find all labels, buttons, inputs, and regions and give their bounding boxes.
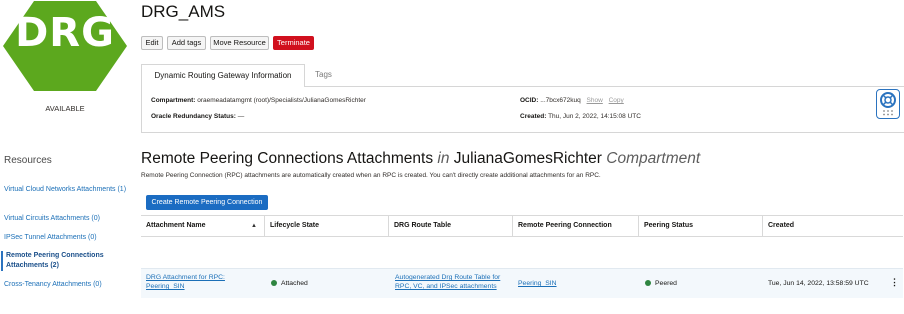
sidebar-item-cross-tenancy[interactable]: Cross-Tenancy Attachments (0) bbox=[4, 280, 132, 290]
col-divider bbox=[264, 216, 265, 236]
lifecycle-state-label: AVAILABLE bbox=[45, 104, 85, 113]
ocid-copy-link[interactable]: Copy bbox=[609, 97, 624, 104]
compartment-value: oraemeadatamgmt (root)/Specialists/Julia… bbox=[197, 97, 366, 104]
info-panel bbox=[141, 86, 904, 133]
compartment-label: Compartment: bbox=[151, 97, 196, 104]
ocid-row: OCID: ...7bcx672kuq Show Copy bbox=[520, 97, 624, 104]
ocid-label: OCID: bbox=[520, 97, 539, 104]
col-header-lifecycle-state[interactable]: Lifecycle State bbox=[270, 216, 319, 236]
sidebar-item-virtual-circuits[interactable]: Virtual Circuits Attachments (0) bbox=[4, 214, 132, 224]
col-header-attachment-name[interactable]: Attachment Name bbox=[146, 216, 206, 236]
col-header-created[interactable]: Created bbox=[768, 216, 794, 236]
section-title: Remote Peering Connections Attachments i… bbox=[141, 150, 700, 168]
resources-heading: Resources bbox=[4, 155, 52, 166]
sort-asc-icon[interactable]: ▲ bbox=[251, 216, 257, 236]
help-widget-button[interactable] bbox=[876, 89, 900, 119]
create-rpc-button[interactable]: Create Remote Peering Connection bbox=[146, 195, 268, 210]
tab-drg-information[interactable]: Dynamic Routing Gateway Information bbox=[141, 64, 305, 87]
section-title-text: Remote Peering Connections Attachments bbox=[141, 150, 434, 167]
section-compartment-word: Compartment bbox=[606, 150, 701, 167]
add-tags-button[interactable]: Add tags bbox=[167, 36, 206, 50]
edit-button[interactable]: Edit bbox=[141, 36, 163, 50]
tab-tags[interactable]: Tags bbox=[315, 64, 332, 86]
lifebuoy-icon bbox=[880, 92, 896, 116]
peered-status-dot bbox=[645, 280, 651, 286]
col-divider bbox=[388, 216, 389, 236]
redundancy-label: Oracle Redundancy Status: bbox=[151, 113, 236, 120]
created-value: Tue, Jun 14, 2022, 13:58:59 UTC bbox=[768, 280, 869, 287]
col-divider bbox=[512, 216, 513, 236]
rpc-link[interactable]: Peering_SIN bbox=[518, 279, 557, 288]
sidebar-item-rpc-attachments[interactable]: Remote Peering Connections Attachments (… bbox=[1, 251, 129, 271]
terminate-button[interactable]: Terminate bbox=[273, 36, 314, 50]
compartment-row: Compartment: oraemeadatamgmt (root)/Spec… bbox=[151, 97, 366, 104]
table-header-border bbox=[141, 236, 903, 237]
move-resource-button[interactable]: Move Resource bbox=[210, 36, 269, 50]
col-header-remote-peering-connection[interactable]: Remote Peering Connection bbox=[518, 216, 612, 236]
col-header-drg-route-table[interactable]: DRG Route Table bbox=[394, 216, 451, 236]
created-label: Created: bbox=[520, 113, 547, 120]
attached-status-dot bbox=[271, 280, 277, 286]
created-row: Created: Thu, Jun 2, 2022, 14:15:08 UTC bbox=[520, 113, 641, 120]
ocid-show-link[interactable]: Show bbox=[587, 97, 603, 104]
lifecycle-state-value: Attached bbox=[281, 280, 308, 287]
peering-status-value: Peered bbox=[655, 280, 677, 287]
sidebar-item-ipsec-tunnels[interactable]: IPSec Tunnel Attachments (0) bbox=[4, 233, 132, 243]
col-divider bbox=[762, 216, 763, 236]
col-header-peering-status[interactable]: Peering Status bbox=[644, 216, 693, 236]
section-description: Remote Peering Connection (RPC) attachme… bbox=[141, 172, 601, 179]
drg-logo-text: DRG bbox=[15, 10, 115, 56]
attachment-name-link[interactable]: DRG Attachment for RPC: Peering_SIN bbox=[146, 273, 258, 291]
section-compartment-name: JulianaGomesRichter bbox=[453, 150, 602, 167]
sidebar-item-vcn-attachments[interactable]: Virtual Cloud Networks Attachments (1) bbox=[4, 185, 132, 195]
col-divider bbox=[638, 216, 639, 236]
page-title: DRG_AMS bbox=[141, 2, 226, 21]
redundancy-row: Oracle Redundancy Status: — bbox=[151, 113, 244, 120]
redundancy-value: — bbox=[237, 113, 245, 120]
ocid-value: ...7bcx672kuq bbox=[540, 97, 581, 104]
created-value: Thu, Jun 2, 2022, 14:15:08 UTC bbox=[548, 113, 641, 120]
row-actions-kebab-icon[interactable]: ⋮ bbox=[890, 278, 899, 287]
section-in-word: in bbox=[437, 150, 450, 167]
route-table-link[interactable]: Autogenerated Drg Route Table for RPC, V… bbox=[395, 273, 507, 291]
